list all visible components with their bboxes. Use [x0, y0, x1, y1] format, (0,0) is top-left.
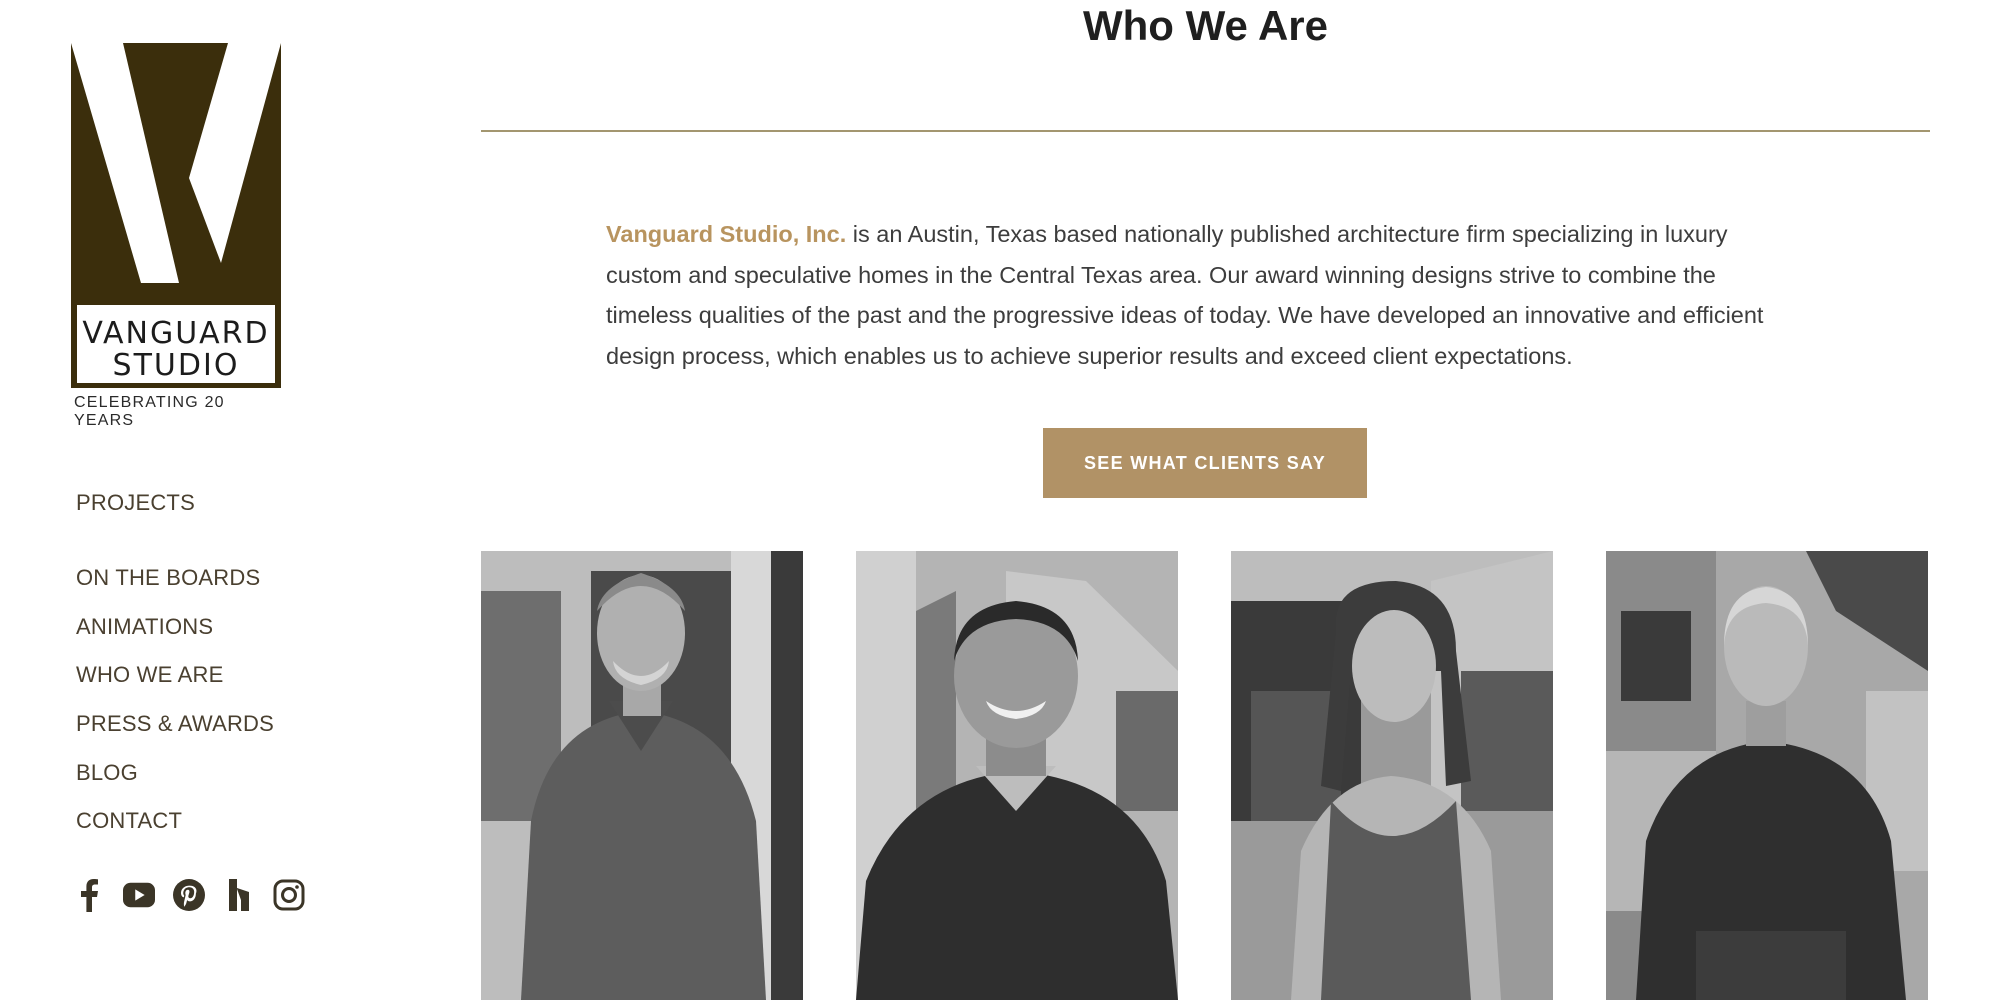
see-what-clients-say-button[interactable]: SEE WHAT CLIENTS SAY [1043, 428, 1367, 498]
houzz-icon[interactable] [223, 877, 255, 913]
nav-item-contact[interactable]: CONTACT [76, 808, 182, 834]
team-photo-1[interactable] [481, 551, 803, 1000]
logo-tagline: CELEBRATING 20 YEARS [74, 394, 225, 429]
nav-item-who-we-are[interactable]: WHO WE ARE [76, 662, 223, 688]
title-divider [481, 130, 1930, 132]
nav-item-on-the-boards[interactable]: ON THE BOARDS [76, 565, 260, 591]
team-photo-4[interactable] [1606, 551, 1928, 1000]
vanguard-logo[interactable]: VANGUARD STUDIO [71, 43, 281, 388]
facebook-icon[interactable] [73, 877, 105, 913]
logo-line2: STUDIO [113, 348, 240, 383]
instagram-icon[interactable] [273, 877, 305, 913]
social-links [73, 875, 305, 915]
nav-item-blog[interactable]: BLOG [76, 760, 138, 786]
youtube-icon[interactable] [123, 877, 155, 913]
team-photo-3[interactable] [1231, 551, 1553, 1000]
team-photo-2[interactable] [856, 551, 1178, 1000]
sidebar: VANGUARD STUDIO CELEBRATING 20 YEARS PRO… [0, 0, 400, 1000]
pinterest-icon[interactable] [173, 877, 205, 913]
nav-item-press-awards[interactable]: PRESS & AWARDS [76, 711, 274, 737]
intro-paragraph: Vanguard Studio, Inc. is an Austin, Texa… [606, 214, 1806, 376]
nav-item-animations[interactable]: ANIMATIONS [76, 614, 213, 640]
nav-item-projects[interactable]: PROJECTS [76, 490, 195, 516]
page-title: Who We Are [1082, 2, 1328, 49]
logo-line1: VANGUARD [82, 316, 269, 351]
company-name-link[interactable]: Vanguard Studio, Inc. [606, 221, 846, 247]
